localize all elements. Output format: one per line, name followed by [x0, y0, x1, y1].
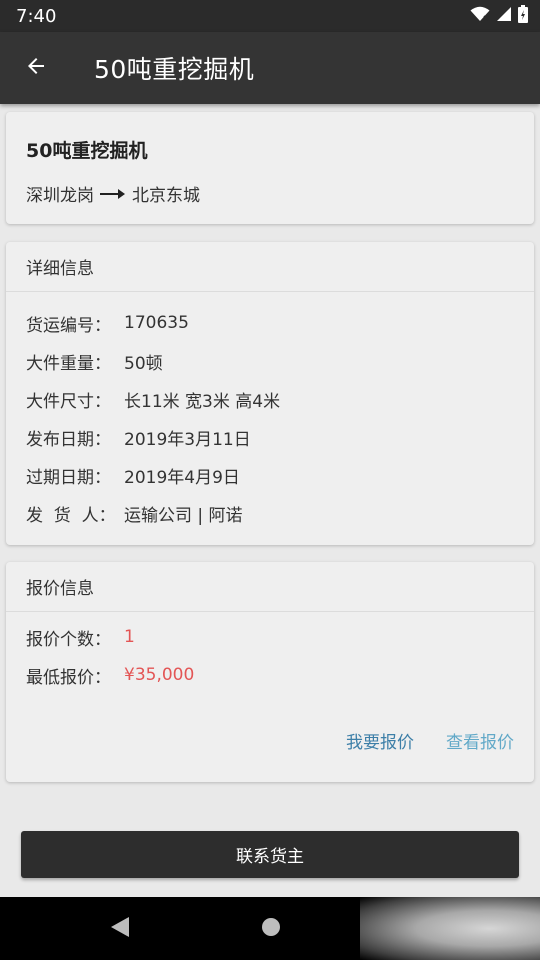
quote-card: 报价信息 报价个数： 1 最低报价： ¥35,000 我要报价 查看报价 [6, 562, 534, 782]
lowest-price-value: ¥35,000 [124, 665, 195, 685]
route-from: 深圳龙岗 [26, 186, 94, 206]
status-bar: 7:40 [0, 0, 540, 32]
quote-row-count: 报价个数： 1 [26, 618, 514, 656]
quote-actions: 我要报价 查看报价 [346, 728, 514, 753]
detail-value: 运输公司 | 阿诺 [124, 505, 243, 526]
detail-row-size: 大件尺寸： 长11米 宽3米 高4米 [26, 380, 514, 418]
nav-recents-button[interactable] [360, 897, 540, 960]
detail-row-weight: 大件重量： 50顿 [26, 342, 514, 380]
system-nav-bar [0, 897, 540, 960]
battery-icon [518, 5, 528, 27]
quote-header: 报价信息 [6, 562, 534, 612]
status-time: 7:40 [16, 5, 57, 27]
detail-card: 详细信息 货运编号： 170635 大件重量： 50顿 大件尺寸： 长11米 宽… [6, 242, 534, 545]
wifi-icon [470, 6, 490, 26]
contact-owner-button[interactable]: 联系货主 [21, 831, 519, 878]
signal-icon [496, 6, 512, 26]
quote-label: 报价个数： [26, 629, 111, 650]
nav-home-button[interactable] [255, 913, 287, 945]
detail-header: 详细信息 [6, 242, 534, 292]
detail-row-shipper: 发 货 人： 运输公司 | 阿诺 [26, 494, 514, 532]
detail-label: 大件尺寸： [26, 391, 111, 412]
quote-label: 最低报价： [26, 667, 111, 688]
quote-list: 报价个数： 1 最低报价： ¥35,000 [6, 612, 534, 694]
detail-label: 发布日期： [26, 429, 111, 450]
quote-count-value: 1 [124, 627, 135, 647]
arrow-left-icon [24, 54, 48, 82]
detail-value: 170635 [124, 313, 189, 333]
page-title: 50吨重挖掘机 [94, 55, 255, 84]
detail-row-expiry-date: 过期日期： 2019年4月9日 [26, 456, 514, 494]
view-quotes-button[interactable]: 查看报价 [446, 728, 514, 753]
circle-home-icon [261, 917, 281, 941]
detail-value: 2019年4月9日 [124, 467, 240, 488]
arrow-right-icon [100, 188, 126, 200]
detail-value: 长11米 宽3米 高4米 [124, 391, 281, 412]
detail-label: 大件重量： [26, 353, 111, 374]
detail-row-shipment-number: 货运编号： 170635 [26, 304, 514, 342]
app-bar: 50吨重挖掘机 [0, 32, 540, 104]
summary-card: 50吨重挖掘机 深圳龙岗 北京东城 [6, 112, 534, 224]
detail-list: 货运编号： 170635 大件重量： 50顿 大件尺寸： 长11米 宽3米 高4… [6, 292, 534, 532]
detail-value: 2019年3月11日 [124, 429, 251, 450]
nav-back-button[interactable] [104, 913, 136, 945]
detail-label: 货运编号： [26, 315, 111, 336]
triangle-back-icon [110, 916, 130, 942]
make-quote-button[interactable]: 我要报价 [346, 728, 414, 753]
detail-label: 过期日期： [26, 467, 111, 488]
status-icons [470, 5, 528, 27]
detail-label: 发 货 人： [26, 505, 116, 526]
route: 深圳龙岗 北京东城 [26, 181, 514, 206]
route-to: 北京东城 [132, 186, 200, 206]
detail-value: 50顿 [124, 353, 163, 374]
quote-row-lowest: 最低报价： ¥35,000 [26, 656, 514, 694]
detail-row-publish-date: 发布日期： 2019年3月11日 [26, 418, 514, 456]
cargo-name: 50吨重挖掘机 [26, 140, 148, 162]
back-button[interactable] [0, 32, 72, 104]
